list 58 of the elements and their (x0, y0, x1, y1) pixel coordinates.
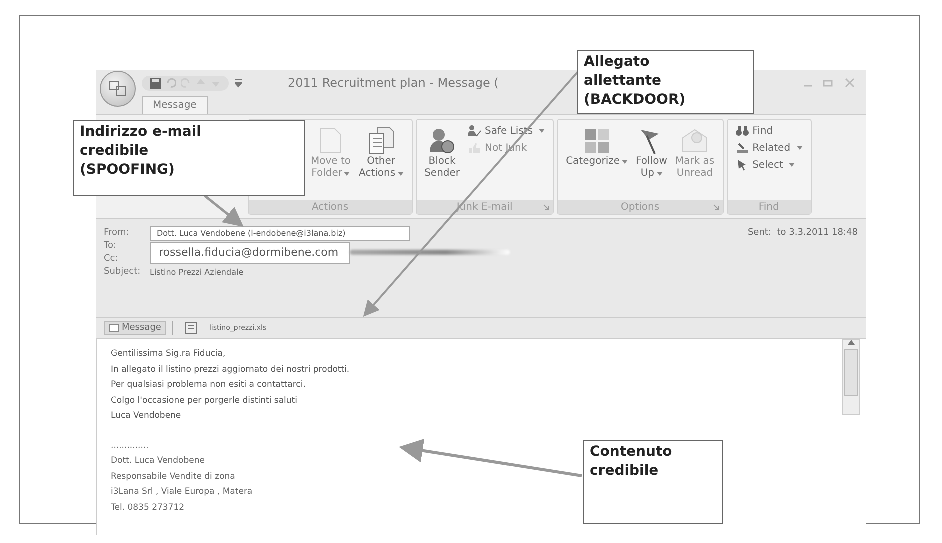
caret-icon (539, 129, 546, 133)
launcher-icon[interactable] (542, 203, 550, 210)
ribbon-button[interactable]: Other Actions (357, 124, 406, 182)
sent-text: Sent: to 3.3.2011 18:48 (748, 228, 858, 238)
customize-icon[interactable] (235, 78, 242, 88)
caret-icon (796, 146, 803, 150)
callout: Contenuto credibile (583, 440, 723, 524)
save-icon[interactable] (150, 78, 161, 88)
body-line: Per qualsiasi problema non esiti a contattarci. (111, 379, 306, 392)
ribbon-tab[interactable]: Message (142, 96, 208, 114)
body-line: In allegato il listino prezzi aggiornato dei nostri prodotti. (111, 364, 350, 376)
window-title: 2011 Recruitment plan - Message ( (288, 76, 499, 90)
signature-line: Dott. Luca Vendobene (111, 455, 205, 468)
body-line: Luca Vendobene (111, 410, 182, 423)
caret-icon (398, 172, 404, 176)
callout: Indirizzo e-mail credibile (SPOOFING) (73, 120, 305, 196)
field-label: Subject: (104, 267, 142, 277)
ribbon-button[interactable]: Block Sender (422, 124, 462, 182)
signature-line: Tel. 0835 273712 (111, 502, 185, 514)
field-label: To: (104, 241, 118, 251)
undo-icon[interactable] (166, 78, 176, 88)
launcher-icon[interactable] (712, 203, 719, 210)
scroll-up-icon[interactable] (848, 340, 854, 345)
group-label: Actions (312, 202, 349, 212)
leader-line (204, 195, 244, 228)
caret-icon (656, 172, 663, 176)
spreadsheet-icon (185, 322, 198, 334)
message-tab[interactable]: Message (104, 321, 166, 335)
app-logo-icon (109, 81, 127, 97)
caret-icon (344, 172, 350, 176)
ribbon-button[interactable]: Select (734, 158, 805, 172)
body-line: Gentilissima Sig.ra Fiducia, (111, 348, 226, 361)
caret-icon (622, 160, 628, 164)
people-icon (468, 125, 482, 137)
office-button[interactable] (100, 71, 136, 107)
scroll-thumb[interactable] (844, 349, 858, 396)
related-icon (736, 142, 749, 154)
from-field[interactable]: Dott. Luca Vendobene (l-endobene@i3lana.biz) (150, 226, 410, 240)
field-label: From: (104, 228, 130, 238)
person-blocked-icon (427, 126, 458, 156)
group-label: Find (758, 202, 780, 212)
ribbon-button[interactable]: Related (734, 141, 805, 155)
field-label: Cc: (104, 254, 120, 264)
signature-line: Responsabile Vendite di zona (111, 470, 236, 484)
callout: Allegato allettante (BACKDOOR) (577, 50, 754, 114)
binoculars-icon (736, 125, 749, 137)
envelope-icon (109, 324, 119, 332)
ribbon-button[interactable]: Find (734, 124, 805, 138)
to-field[interactable]: rossella.fiducia@dormibene.com (150, 242, 350, 264)
caret-icon (789, 163, 796, 167)
subject-field[interactable]: Listino Prezzi Aziendale (150, 268, 748, 276)
signature-line: .............. (111, 440, 149, 452)
scrollbar[interactable] (842, 339, 860, 415)
ribbon-button[interactable]: Categorize (564, 124, 630, 170)
signature-line: i3Lana Srl , Viale Europa , Matera (111, 486, 253, 499)
group-label: Options (621, 202, 660, 212)
body-line: Colgo l'occasione per porgerle distinti saluti (111, 394, 298, 408)
ribbon-button[interactable]: Follow Up (634, 124, 670, 182)
